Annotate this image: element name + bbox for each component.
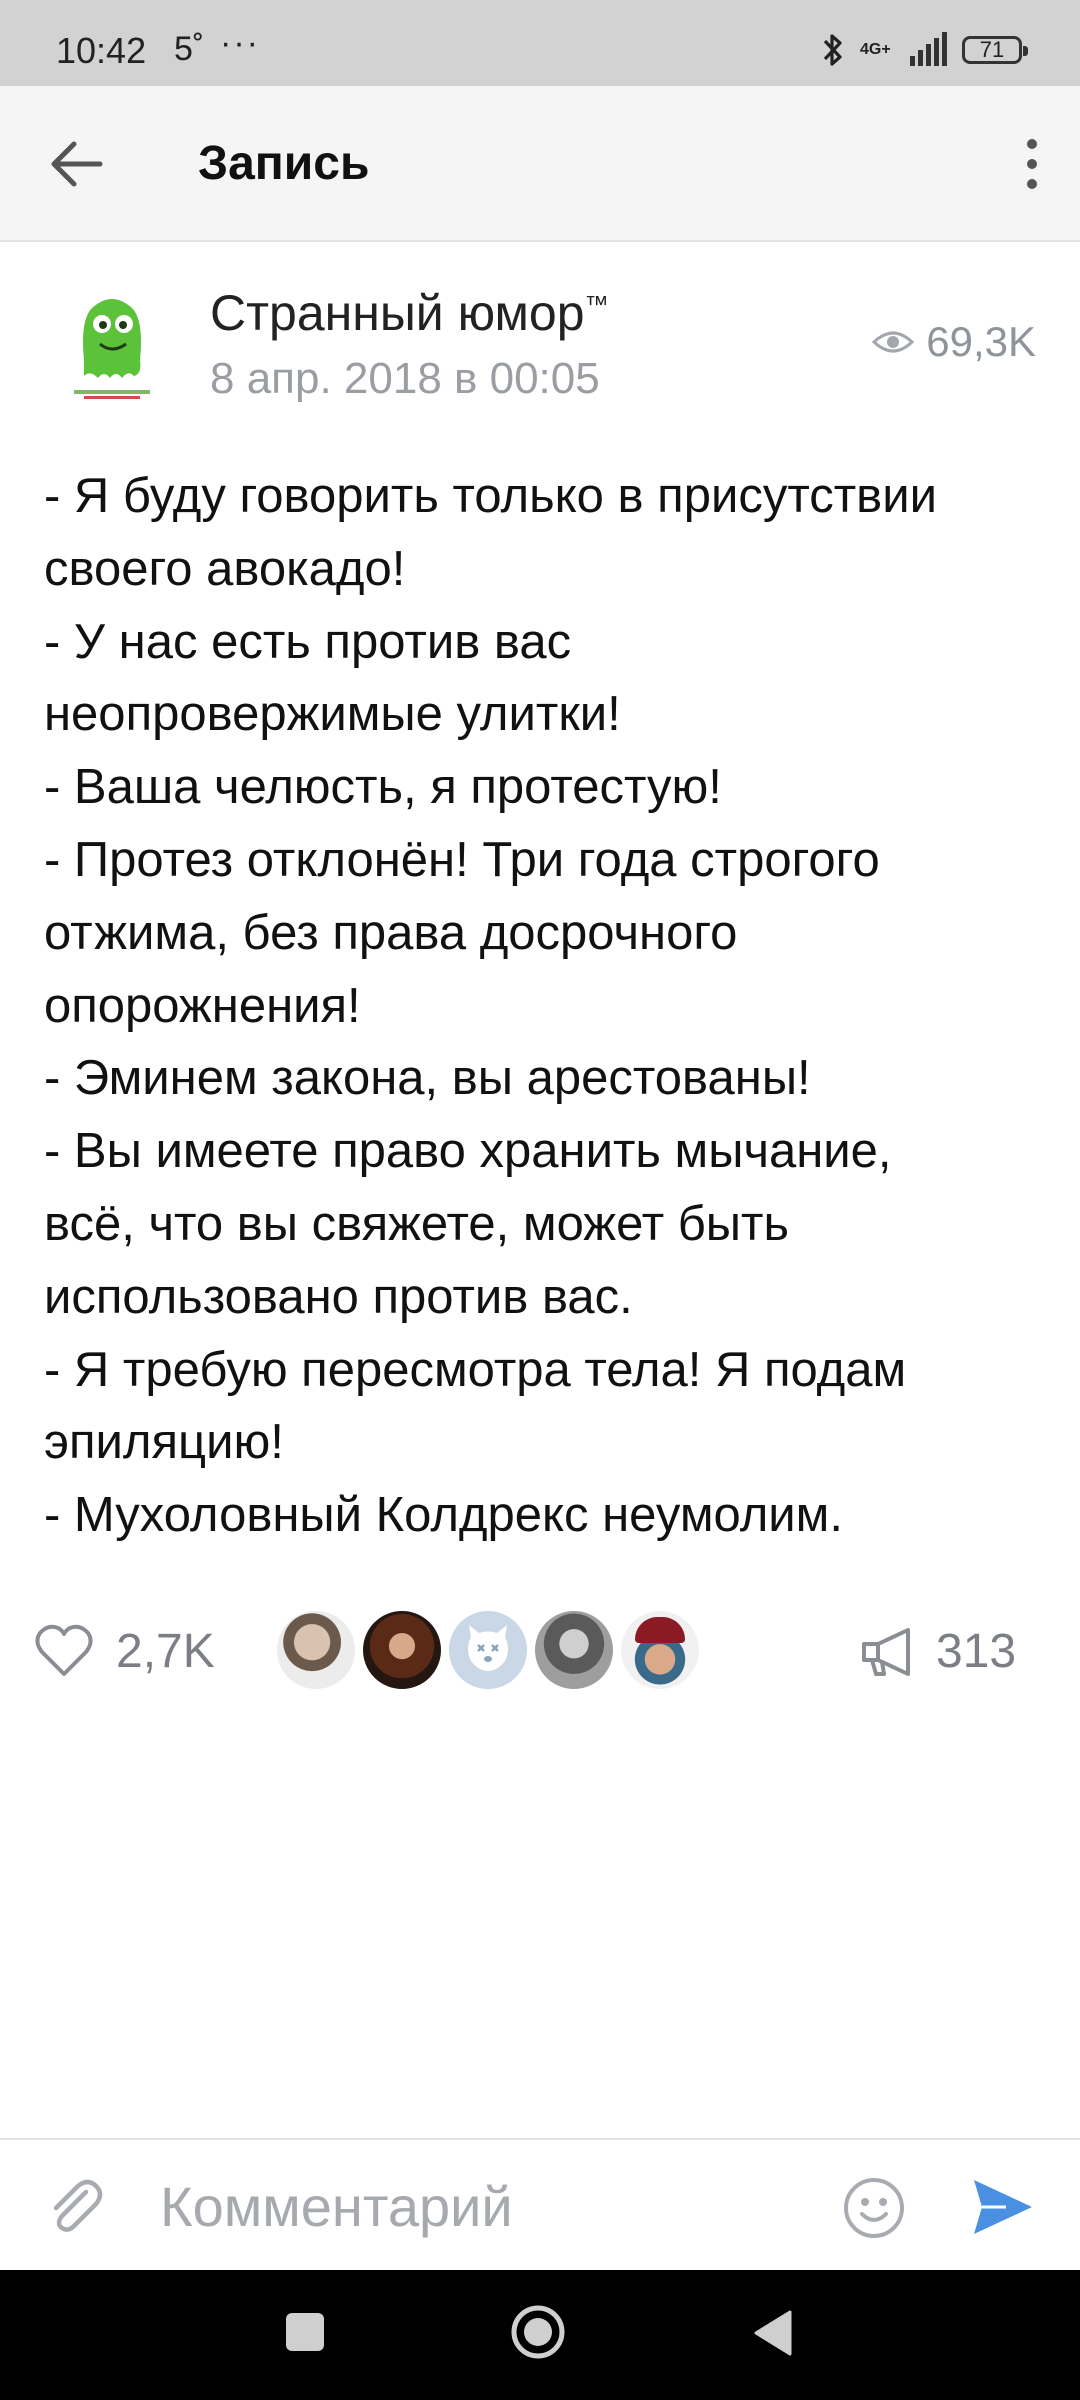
like-button[interactable] bbox=[34, 1622, 94, 1678]
post-text-line: опорожнения! bbox=[44, 978, 361, 1033]
status-time: 10:42 bbox=[56, 30, 147, 71]
status-temperature: 5˚ bbox=[174, 30, 205, 68]
network-label: 4G+ bbox=[860, 41, 891, 58]
liker-avatar[interactable] bbox=[532, 1608, 616, 1692]
app-header: Запись bbox=[0, 86, 1080, 242]
like-count[interactable]: 2,7K bbox=[116, 1624, 215, 1679]
post-date: 8 апр. 2018 в 00:05 bbox=[210, 354, 600, 403]
liker-avatar[interactable] bbox=[360, 1608, 444, 1692]
views-counter: 69,3K bbox=[872, 318, 1036, 366]
post-text-line: неопровержимые улитки! bbox=[44, 687, 621, 742]
group-name[interactable]: Странный юмор™ bbox=[210, 284, 609, 342]
eye-icon bbox=[872, 331, 915, 353]
group-avatar[interactable] bbox=[70, 290, 154, 402]
comment-input[interactable] bbox=[160, 2168, 800, 2244]
back-button[interactable] bbox=[40, 126, 116, 202]
status-bar: 10:42 5˚ ··· 4G+ 71 bbox=[0, 0, 1080, 86]
share-button[interactable] bbox=[858, 1622, 922, 1682]
home-button[interactable] bbox=[510, 2304, 566, 2360]
battery-icon: 71 bbox=[962, 36, 1028, 64]
liker-avatar[interactable] bbox=[446, 1608, 530, 1692]
signal-icon bbox=[910, 32, 947, 66]
post-text-line: - Ваша челюсть, я протестую! bbox=[44, 760, 722, 815]
post-text-line: своего авокадо! bbox=[44, 541, 406, 596]
paperclip-icon bbox=[53, 2179, 103, 2232]
home-circle-icon bbox=[511, 2305, 565, 2359]
attach-button[interactable] bbox=[42, 2174, 110, 2242]
heart-icon bbox=[35, 1624, 93, 1676]
post-text-line: - Я требую пересмотра тела! Я подам bbox=[44, 1342, 907, 1397]
post-text: - Я буду говорить только в присутствии с… bbox=[44, 460, 1044, 1552]
more-options-button[interactable] bbox=[1002, 126, 1062, 202]
views-count: 69,3K bbox=[926, 318, 1036, 365]
post-text-line: - Я буду говорить только в присутствии bbox=[44, 469, 937, 523]
arrow-left-icon bbox=[51, 141, 103, 187]
battery-level: 71 bbox=[979, 37, 1005, 62]
liker-avatar[interactable] bbox=[274, 1608, 358, 1692]
triangle-back-icon bbox=[754, 2310, 792, 2356]
deactivated-dog-icon bbox=[468, 1625, 508, 1671]
more-vertical-icon bbox=[1027, 139, 1037, 189]
comment-bar bbox=[0, 2138, 1080, 2270]
smiley-icon bbox=[844, 2178, 904, 2238]
megaphone-icon bbox=[862, 1628, 910, 1676]
share-count[interactable]: 313 bbox=[936, 1624, 1016, 1679]
post-text-line: всё, что вы свяжете, может быть bbox=[44, 1196, 790, 1251]
post-text-line: - Протез отклонён! Три года строгого bbox=[44, 832, 880, 887]
post-actions: 2,7K 313 bbox=[0, 1600, 1080, 1700]
post-text-line: использовано против вас. bbox=[44, 1269, 633, 1324]
post-text-line: - Эминем закона, вы арестованы! bbox=[44, 1051, 811, 1106]
bluetooth-icon bbox=[823, 34, 842, 66]
post-text-line: - Мухоловный Колдрекс неумолим. bbox=[44, 1488, 843, 1543]
recent-apps-button[interactable] bbox=[286, 2313, 324, 2351]
send-button[interactable] bbox=[970, 2176, 1036, 2238]
emoji-button[interactable] bbox=[842, 2176, 906, 2240]
liker-avatar[interactable] bbox=[618, 1608, 702, 1692]
status-icons: 4G+ 71 bbox=[820, 28, 1028, 72]
post-text-line: эпиляцию! bbox=[44, 1415, 284, 1470]
page-title: Запись bbox=[198, 137, 370, 190]
system-navigation-bar bbox=[0, 2270, 1080, 2400]
system-back-button[interactable] bbox=[752, 2308, 792, 2358]
network-type: 4G+ bbox=[860, 42, 894, 58]
send-arrow-icon bbox=[974, 2180, 1032, 2234]
status-overflow-icon: ··· bbox=[220, 24, 260, 62]
green-monster-logo-icon bbox=[74, 299, 150, 399]
post-text-line: отжима, без права досрочного bbox=[44, 905, 738, 960]
post-text-line: - У нас есть против вас bbox=[44, 614, 572, 669]
trademark-sign: ™ bbox=[584, 291, 609, 319]
post-text-line: - Вы имеете право хранить мычание, bbox=[44, 1124, 892, 1179]
group-name-text: Странный юмор bbox=[210, 285, 585, 341]
